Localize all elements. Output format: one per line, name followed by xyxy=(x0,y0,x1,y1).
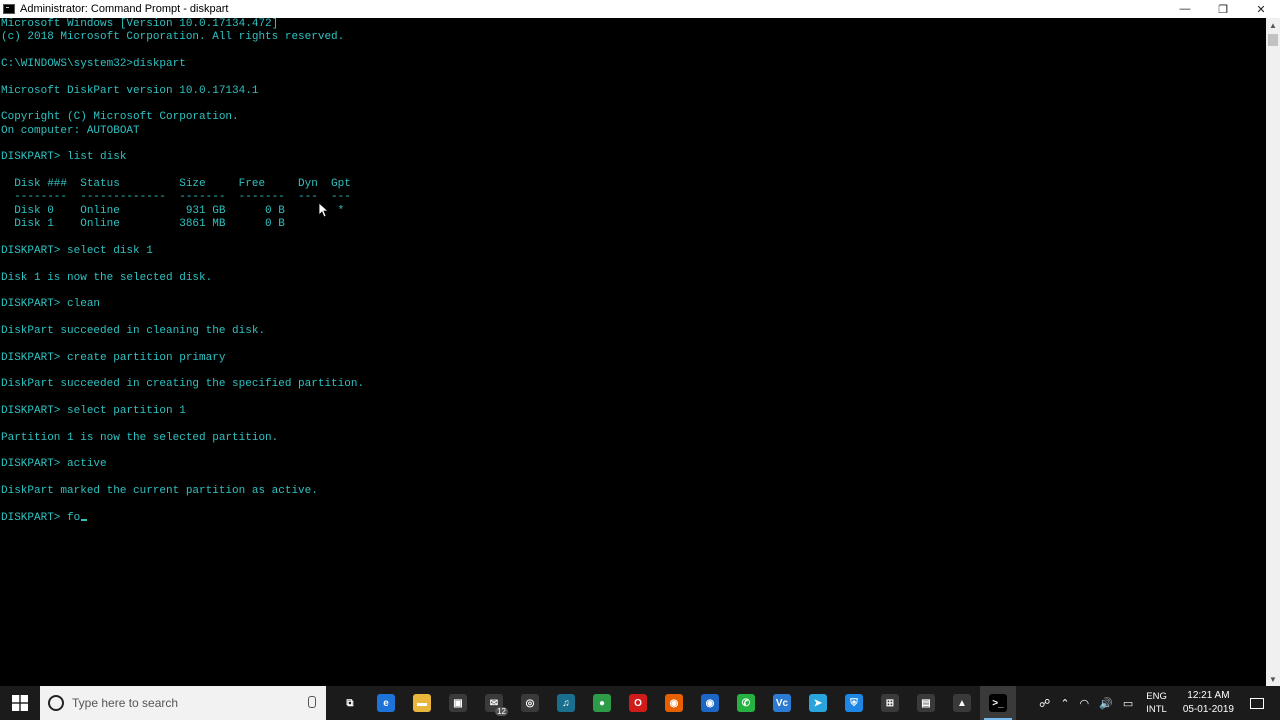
console-text: Microsoft Windows [Version 10.0.17134.47… xyxy=(0,18,1266,525)
taskbar-app[interactable]: >_ xyxy=(980,686,1016,720)
clock[interactable]: 12:21 AM 05-01-2019 xyxy=(1175,689,1242,717)
firefox-icon: ◉ xyxy=(665,694,683,712)
console-line: -------- ------------- ------- ------- -… xyxy=(14,191,351,204)
vs-code-icon: Vc xyxy=(773,694,791,712)
console-output[interactable]: Microsoft Windows [Version 10.0.17134.47… xyxy=(0,18,1266,686)
cortana-icon xyxy=(48,695,64,711)
restore-button[interactable]: ❐ xyxy=(1204,0,1242,18)
taskbar-app[interactable]: Vc xyxy=(764,686,800,720)
search-placeholder: Type here to search xyxy=(72,696,179,710)
taskbar-app[interactable]: ◉ xyxy=(656,686,692,720)
console-line: DISKPART> list disk xyxy=(1,151,127,164)
taskbar-app[interactable]: O xyxy=(620,686,656,720)
console-line: DISKPART> select disk 1 xyxy=(1,244,153,257)
text-caret xyxy=(81,518,88,521)
console-line: Disk 1 is now the selected disk. xyxy=(1,271,213,284)
taskbar-search-box[interactable]: Type here to search xyxy=(40,686,326,720)
console-line: C:\WINDOWS\system32>diskpart xyxy=(1,58,186,71)
clock-date: 05-01-2019 xyxy=(1182,704,1234,715)
taskbar-app[interactable]: ▣ xyxy=(440,686,476,720)
file-explorer-icon: ▬ xyxy=(413,694,431,712)
action-center-icon[interactable] xyxy=(1250,697,1264,709)
network-icon: ⊞ xyxy=(881,694,899,712)
taskbar-app[interactable]: ⧉ xyxy=(332,686,368,720)
windows-logo-icon xyxy=(12,695,28,711)
video-editor-icon: ▤ xyxy=(917,694,935,712)
scrollbar-thumb[interactable] xyxy=(1268,34,1278,46)
console-line: DISKPART> clean xyxy=(1,298,101,311)
console-line: DISKPART> create partition primary xyxy=(1,351,226,364)
battery-icon[interactable]: ▭ xyxy=(1118,697,1138,710)
console-line: Partition 1 is now the selected partitio… xyxy=(1,431,279,444)
clock-time: 12:21 AM xyxy=(1187,690,1230,701)
chrome-icon: ● xyxy=(593,694,611,712)
command-prompt-icon xyxy=(3,4,15,14)
console-line: Disk ### Status Size Free Dyn Gpt xyxy=(14,178,351,191)
taskbar-app[interactable]: ✆ xyxy=(728,686,764,720)
title-bar: Administrator: Command Prompt - diskpart… xyxy=(0,0,1280,18)
console-line: On computer: AUTOBOAT xyxy=(1,124,140,137)
console-line: DiskPart succeeded in creating the speci… xyxy=(1,378,365,391)
taskbar-app[interactable]: ▲ xyxy=(944,686,980,720)
console-line: DISKPART> active xyxy=(1,458,107,471)
taskbar-app[interactable]: ⊞ xyxy=(872,686,908,720)
window-controls: — ❐ ✕ xyxy=(1166,0,1280,18)
console-line: Copyright (C) Microsoft Corporation. xyxy=(1,111,239,124)
console-line: (c) 2018 Microsoft Corporation. All righ… xyxy=(1,31,345,44)
taskbar: Type here to search ⧉ e ▬ ▣ ✉ 12 ◎ ♫ ● O ◉ ◉ ✆ Vc ➤ ⛨ ⊞ ▤… xyxy=(0,686,1280,720)
store-icon: ▣ xyxy=(449,694,467,712)
taskbar-app[interactable]: ◎ xyxy=(512,686,548,720)
whatsapp-icon: ✆ xyxy=(737,694,755,712)
scroll-up-arrow-icon[interactable]: ▲ xyxy=(1266,18,1280,32)
language-code: ENG xyxy=(1146,691,1167,702)
vertical-scrollbar[interactable]: ▲ ▼ xyxy=(1266,18,1280,686)
photos-icon: ▲ xyxy=(953,694,971,712)
window-title: Administrator: Command Prompt - diskpart xyxy=(20,3,229,15)
command-prompt-icon: >_ xyxy=(989,694,1007,712)
media-icon: ◎ xyxy=(521,694,539,712)
amazon-music-icon: ♫ xyxy=(557,694,575,712)
close-button[interactable]: ✕ xyxy=(1242,0,1280,18)
console-prompt: DISKPART> xyxy=(1,511,68,524)
wifi-icon[interactable]: ◠ xyxy=(1075,697,1095,710)
taskbar-app[interactable]: ● xyxy=(584,686,620,720)
show-hidden-icons-icon[interactable]: ⌃ xyxy=(1055,697,1074,710)
console-line: DiskPart succeeded in cleaning the disk. xyxy=(1,324,266,337)
console-line: Disk 1 Online 3861 MB 0 B xyxy=(14,218,285,231)
people-icon[interactable]: ☍ xyxy=(1034,697,1055,710)
telegram-icon: ➤ xyxy=(809,694,827,712)
taskbar-app[interactable]: ♫ xyxy=(548,686,584,720)
mail-badge: 12 xyxy=(495,707,508,716)
scroll-down-arrow-icon[interactable]: ▼ xyxy=(1266,672,1280,686)
taskbar-app[interactable]: ⛨ xyxy=(836,686,872,720)
taskbar-app[interactable]: ▤ xyxy=(908,686,944,720)
console-input[interactable]: fo xyxy=(67,512,80,524)
taskbar-app[interactable]: ◉ xyxy=(692,686,728,720)
taskbar-app[interactable]: ✉ 12 xyxy=(476,686,512,720)
console-line: Microsoft DiskPart version 10.0.17134.1 xyxy=(1,84,259,97)
console-line: Disk 0 Online 931 GB 0 B * xyxy=(14,204,345,217)
console-line: DiskPart marked the current partition as… xyxy=(1,485,318,498)
pinned-apps: ⧉ e ▬ ▣ ✉ 12 ◎ ♫ ● O ◉ ◉ ✆ Vc ➤ ⛨ ⊞ ▤ ▲ >_ xyxy=(332,686,1016,720)
opera-icon: O xyxy=(629,694,647,712)
taskbar-app[interactable]: ▬ xyxy=(404,686,440,720)
edge-icon: e xyxy=(377,694,395,712)
microphone-icon[interactable] xyxy=(308,696,316,708)
console-line: Microsoft Windows [Version 10.0.17134.47… xyxy=(1,18,279,30)
console-line: DISKPART> select partition 1 xyxy=(1,404,186,417)
keyboard-layout: INTL xyxy=(1146,704,1167,715)
security-shield-icon: ⛨ xyxy=(845,694,863,712)
minimize-button[interactable]: — xyxy=(1166,0,1204,18)
taskbar-app[interactable]: e xyxy=(368,686,404,720)
start-button[interactable] xyxy=(0,686,40,720)
volume-icon[interactable]: 🔊 xyxy=(1094,697,1118,710)
task-view-icon: ⧉ xyxy=(341,694,359,712)
taskbar-app[interactable]: ➤ xyxy=(800,686,836,720)
system-tray: ☍ ⌃ ◠ 🔊 ▭ ENG INTL 12:21 AM 05-01-2019 xyxy=(1034,686,1280,720)
mouse-pointer-icon xyxy=(318,202,328,218)
language-indicator[interactable]: ENG INTL xyxy=(1138,690,1175,716)
firefox-dev-icon: ◉ xyxy=(701,694,719,712)
